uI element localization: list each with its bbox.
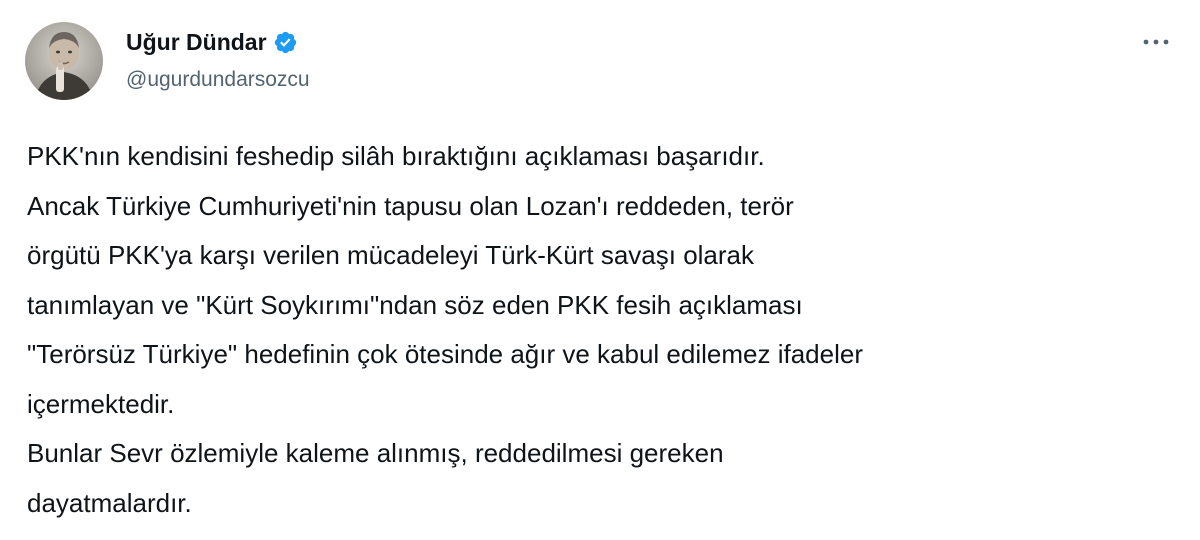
author-name-row: Uğur Dündar (126, 26, 298, 58)
tweet-text-line: içermektedir. (27, 388, 175, 419)
more-options-icon (1143, 39, 1169, 45)
tweet-text: PKK'nın kendisini feshedip silâh bıraktı… (27, 132, 1177, 528)
tweet-text-line: "Terörsüz Türkiye" hedefinin çok ötesind… (27, 339, 863, 369)
avatar[interactable] (25, 22, 103, 100)
tweet-text-line: PKK'nın kendisini feshedip silâh bıraktı… (27, 141, 765, 171)
tweet-text-line: Ancak Türkiye Cumhuriyeti'nin tapusu ola… (27, 190, 794, 221)
tweet-card: Uğur Dündar @ugurdundarsozcu PKK'nın ken… (0, 0, 1200, 540)
more-options-button[interactable] (1138, 30, 1174, 54)
tweet-text-line: tanımlayan ve "Kürt Soykırımı"ndan söz e… (27, 289, 803, 320)
author-display-name[interactable]: Uğur Dündar (126, 29, 267, 56)
profile-photo-icon (25, 22, 103, 100)
tweet-text-line: dayatmalardır. (27, 487, 192, 518)
tweet-text-line: Bunlar Sevr özlemiyle kaleme alınmış, re… (27, 438, 724, 468)
verified-badge-icon (273, 30, 298, 55)
author-handle[interactable]: @ugurdundarsozcu (126, 68, 310, 92)
tweet-text-line: örgütü PKK'ya karşı verilen mücadeleyi T… (27, 240, 755, 270)
